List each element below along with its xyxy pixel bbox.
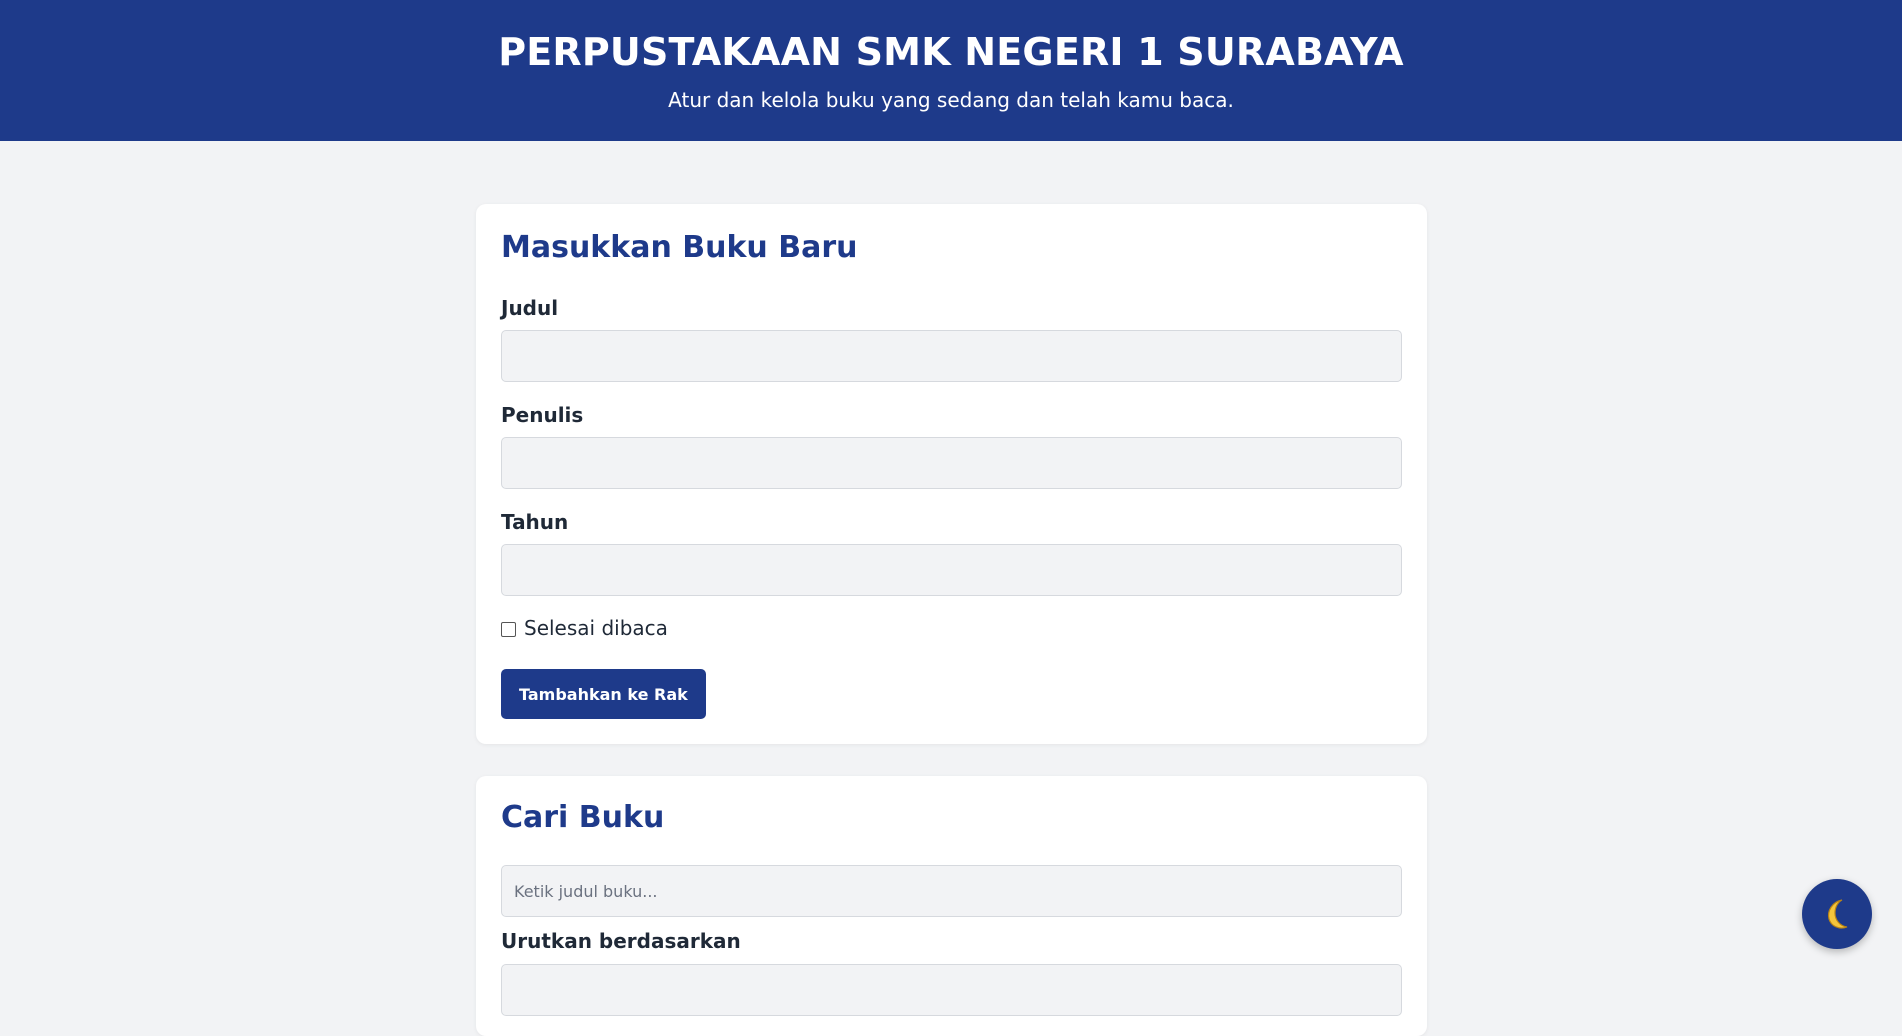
finished-reading-row: Selesai dibaca xyxy=(501,616,668,640)
author-input[interactable] xyxy=(501,437,1402,489)
search-input[interactable] xyxy=(501,865,1402,917)
finished-reading-label: Selesai dibaca xyxy=(524,616,668,640)
add-book-card: Masukkan Buku Baru Judul Penulis Tahun S… xyxy=(476,204,1427,744)
page-subtitle: Atur dan kelola buku yang sedang dan tel… xyxy=(668,88,1234,112)
page-header: PERPUSTAKAAN SMK NEGERI 1 SURABAYA Atur … xyxy=(0,0,1902,141)
title-field-label: Judul xyxy=(501,296,559,320)
year-input[interactable] xyxy=(501,544,1402,596)
add-book-title: Masukkan Buku Baru xyxy=(501,230,858,265)
add-to-shelf-button[interactable]: Tambahkan ke Rak xyxy=(501,669,706,719)
theme-toggle-button[interactable] xyxy=(1802,879,1872,949)
moon-icon xyxy=(1827,899,1848,929)
title-input[interactable] xyxy=(501,330,1402,382)
sort-field-label: Urutkan berdasarkan xyxy=(501,929,741,953)
author-field-label: Penulis xyxy=(501,403,584,427)
page-title: PERPUSTAKAAN SMK NEGERI 1 SURABAYA xyxy=(498,30,1404,74)
finished-reading-checkbox[interactable] xyxy=(501,622,516,637)
sort-select[interactable] xyxy=(501,964,1402,1016)
search-book-card: Cari Buku Urutkan berdasarkan xyxy=(476,776,1427,1036)
year-field-label: Tahun xyxy=(501,510,569,534)
search-book-title: Cari Buku xyxy=(501,800,665,835)
